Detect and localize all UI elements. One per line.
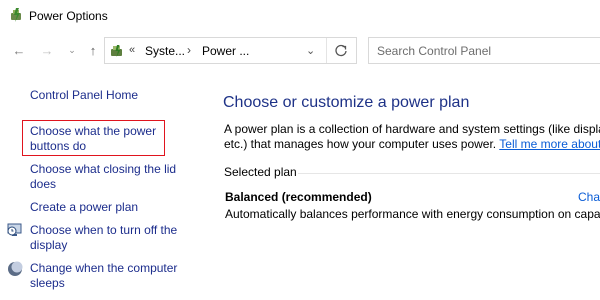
forward-arrow-icon[interactable]: → [39, 42, 55, 58]
breadcrumb-power[interactable]: Power ... [202, 44, 249, 58]
description-line-2-text: etc.) that manages how your computer use… [224, 137, 497, 151]
plan-description: Automatically balances performance with … [225, 207, 600, 221]
power-options-icon [11, 8, 21, 22]
plan-name: Balanced (recommended) [225, 190, 372, 204]
page-title: Choose or customize a power plan [223, 94, 470, 111]
breadcrumb-overflow-icon[interactable]: « [129, 44, 135, 56]
control-panel-home-link[interactable]: Control Panel Home [30, 88, 138, 103]
address-bar[interactable]: « Syste... › Power ... ⌄ [104, 37, 357, 64]
recent-locations-chevron-icon[interactable]: ⌄ [64, 42, 80, 58]
description-line-1: A power plan is a collection of hardware… [224, 122, 600, 136]
sidebar-item-turn-off-display[interactable]: Choose when to turn off the display [30, 223, 190, 253]
selected-plan-label: Selected plan [224, 165, 297, 179]
back-arrow-icon[interactable]: ← [11, 42, 27, 58]
breadcrumb-separator-icon[interactable]: › [187, 43, 191, 57]
section-divider [298, 173, 600, 174]
navigation-bar: ← → ⌄ ↑ « Syste... › Power ... ⌄ [0, 32, 600, 70]
control-panel-icon [111, 45, 122, 57]
search-input[interactable] [369, 38, 600, 63]
main-content: Choose or customize a power plan A power… [210, 70, 600, 300]
address-dropdown-icon[interactable]: ⌄ [306, 44, 315, 57]
change-plan-settings-link[interactable]: Cha [578, 190, 600, 204]
search-box[interactable] [368, 37, 600, 64]
address-divider [326, 38, 327, 63]
sidebar-item-create-plan[interactable]: Create a power plan [30, 200, 138, 215]
sidebar-item-power-buttons[interactable]: Choose what the power buttons do [22, 120, 165, 156]
breadcrumb-system[interactable]: Syste... [145, 44, 185, 58]
moon-icon [8, 261, 23, 276]
title-bar: Power Options [0, 0, 600, 32]
sidebar-item-closing-lid[interactable]: Choose what closing the lid does [30, 162, 190, 192]
sidebar-item-computer-sleeps[interactable]: Change when the computer sleeps [30, 261, 190, 291]
up-arrow-icon[interactable]: ↑ [85, 42, 101, 58]
window-title: Power Options [29, 9, 108, 23]
refresh-icon[interactable] [332, 42, 350, 60]
sidebar-item-label: Choose what the power buttons do [30, 124, 157, 153]
display-clock-icon [7, 223, 22, 236]
description-line-2: etc.) that manages how your computer use… [224, 137, 600, 152]
left-task-pane: Control Panel Home Choose what the power… [0, 70, 200, 300]
description-text: A power plan is a collection of hardware… [224, 122, 600, 152]
tell-me-more-link[interactable]: Tell me more about [499, 137, 600, 151]
